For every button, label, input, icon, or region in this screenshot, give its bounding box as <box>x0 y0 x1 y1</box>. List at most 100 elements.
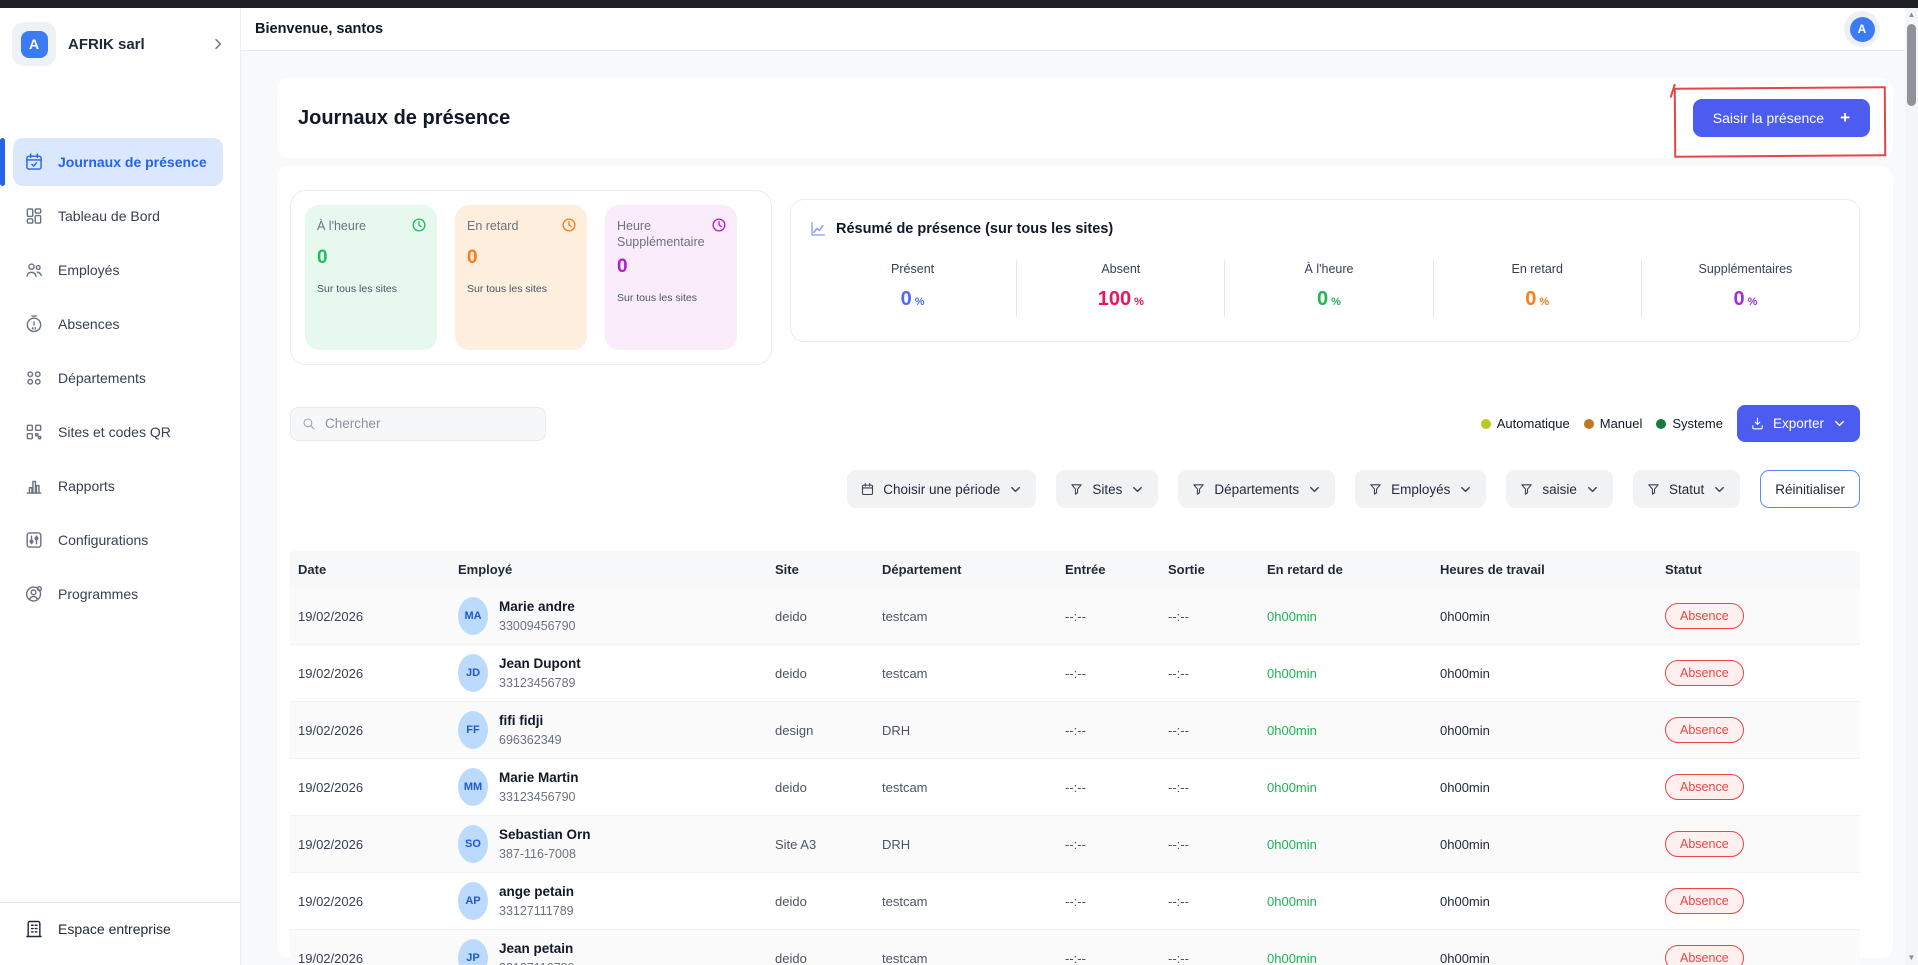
vertical-scrollbar[interactable]: ▲ ▼ <box>1905 8 1918 965</box>
filter-employes[interactable]: Employés <box>1355 470 1486 508</box>
filter-departements[interactable]: Départements <box>1178 470 1335 508</box>
column-header-heures-de-travail: Heures de travail <box>1432 562 1657 577</box>
funnel-icon <box>1069 482 1084 497</box>
cell-status: Absence <box>1657 717 1860 743</box>
company-logo-frame: A <box>12 22 56 66</box>
cell-department: testcam <box>874 780 1057 795</box>
status-badge[interactable]: Absence <box>1665 717 1744 743</box>
employee-avatar: MM <box>458 768 488 806</box>
employee-name: Jean Dupont <box>499 656 581 672</box>
cell-exit: --:-- <box>1160 951 1259 965</box>
chevron-down-icon <box>1585 482 1600 497</box>
cell-late: 0h00min <box>1259 723 1432 738</box>
filter-label: Départements <box>1214 482 1299 497</box>
metric-number: 0 <box>1525 288 1536 310</box>
employee-phone: 33009456790 <box>499 619 575 633</box>
cell-entry: --:-- <box>1057 894 1160 909</box>
employee-name: Marie andre <box>499 599 575 615</box>
chevron-down-icon <box>1832 416 1847 431</box>
filter-statut[interactable]: Statut <box>1633 470 1740 508</box>
reset-filters-button[interactable]: Réinitialiser <box>1760 470 1860 508</box>
employee-avatar: JD <box>458 654 488 692</box>
sidebar-item-journaux-de-presence[interactable]: Journaux de présence <box>13 138 223 186</box>
clock-icon <box>561 217 577 233</box>
table-row[interactable]: 19/02/2026JPJean petain33127116789deidot… <box>290 930 1860 965</box>
calendar-check-icon <box>24 152 44 172</box>
period-filter[interactable]: Choisir une période <box>847 470 1036 508</box>
employee-name: Marie Martin <box>499 770 579 786</box>
cell-entry: --:-- <box>1057 723 1160 738</box>
sidebar-item-espace-entreprise[interactable]: Espace entreprise <box>0 902 240 965</box>
metric-number: 0 <box>1317 288 1328 310</box>
table-row[interactable]: 19/02/2026APange petain33127111789deidot… <box>290 873 1860 930</box>
status-badge[interactable]: Absence <box>1665 660 1744 686</box>
grid-dots-icon <box>24 368 44 388</box>
cell-status: Absence <box>1657 774 1860 800</box>
sidebar-item-employes[interactable]: Employés <box>0 246 223 294</box>
search-icon <box>301 416 316 431</box>
metric-value: 0% <box>1642 288 1849 311</box>
sliders-icon <box>24 530 44 550</box>
sidebar-item-label: Tableau de Bord <box>58 208 160 224</box>
stat-card-caption: Sur tous les sites <box>317 283 425 295</box>
status-badge[interactable]: Absence <box>1665 774 1744 800</box>
company-brand[interactable]: A AFRIK sarl <box>0 8 240 80</box>
cell-exit: --:-- <box>1160 723 1259 738</box>
cell-site: deido <box>767 609 874 624</box>
summary-card: Résumé de présence (sur tous les sites) … <box>790 199 1860 342</box>
summary-metric-absent: Absent100% <box>1017 260 1225 317</box>
sidebar-item-absences[interactable]: Absences <box>0 300 223 348</box>
metric-label: Absent <box>1017 262 1224 276</box>
chevron-down-icon <box>1712 482 1727 497</box>
column-header-entree: Entrée <box>1057 562 1160 577</box>
chevron-right-icon[interactable] <box>210 36 226 52</box>
cell-employee: SOSebastian Orn387-116-7008 <box>450 825 767 863</box>
column-header-statut: Statut <box>1657 562 1860 577</box>
cell-employee: JPJean petain33127116789 <box>450 939 767 965</box>
funnel-icon <box>1519 482 1534 497</box>
metric-unit: % <box>1331 296 1341 308</box>
sidebar-item-programmes[interactable]: Programmes <box>0 570 223 618</box>
stat-card-label: En retard <box>467 219 575 235</box>
scrollbar-thumb[interactable] <box>1907 24 1916 106</box>
cell-late: 0h00min <box>1259 609 1432 624</box>
cell-exit: --:-- <box>1160 780 1259 795</box>
export-button[interactable]: Exporter <box>1737 405 1860 442</box>
saisir-presence-button[interactable]: Saisir la présence + <box>1693 99 1870 137</box>
filter-saisie[interactable]: saisie <box>1506 470 1613 508</box>
search-input[interactable] <box>325 416 535 431</box>
sidebar-item-tableau-de-bord[interactable]: Tableau de Bord <box>0 192 223 240</box>
sidebar-item-rapports[interactable]: Rapports <box>0 462 223 510</box>
legend-dot <box>1584 419 1594 429</box>
table-row[interactable]: 19/02/2026JDJean Dupont33123456789deidot… <box>290 645 1860 702</box>
search-box <box>290 407 546 441</box>
cell-date: 19/02/2026 <box>290 780 450 795</box>
table-row[interactable]: 19/02/2026MAMarie andre33009456790deidot… <box>290 588 1860 645</box>
summary-metric-supplementaires: Supplémentaires0% <box>1642 260 1849 317</box>
cell-site: Site A3 <box>767 837 874 852</box>
sidebar-item-configurations[interactable]: Configurations <box>0 516 223 564</box>
welcome-text: Bienvenue, santos <box>255 21 383 37</box>
column-header-en-retard-de: En retard de <box>1259 562 1432 577</box>
metric-number: 100 <box>1098 288 1131 310</box>
sidebar-item-departements[interactable]: Départements <box>0 354 223 402</box>
cell-entry: --:-- <box>1057 609 1160 624</box>
table-row[interactable]: 19/02/2026MMMarie Martin33123456790deido… <box>290 759 1860 816</box>
sidebar-item-label: Sites et codes QR <box>58 424 171 440</box>
status-badge[interactable]: Absence <box>1665 603 1744 629</box>
employee-avatar: JP <box>458 939 488 965</box>
cell-site: design <box>767 723 874 738</box>
status-badge[interactable]: Absence <box>1665 888 1744 914</box>
period-filter-label: Choisir une période <box>883 482 1000 497</box>
stat-card-value: 0 <box>317 247 425 269</box>
status-badge[interactable]: Absence <box>1665 945 1744 965</box>
sidebar-item-sites-et-codes-qr[interactable]: Sites et codes QR <box>0 408 223 456</box>
scroll-down-arrow[interactable]: ▼ <box>1908 951 1916 965</box>
status-badge[interactable]: Absence <box>1665 831 1744 857</box>
scroll-up-arrow[interactable]: ▲ <box>1908 8 1916 22</box>
cell-site: deido <box>767 951 874 965</box>
filter-sites[interactable]: Sites <box>1056 470 1158 508</box>
user-avatar[interactable]: A <box>1844 11 1880 47</box>
table-row[interactable]: 19/02/2026FFfifi fidji696362349designDRH… <box>290 702 1860 759</box>
table-row[interactable]: 19/02/2026SOSebastian Orn387-116-7008Sit… <box>290 816 1860 873</box>
